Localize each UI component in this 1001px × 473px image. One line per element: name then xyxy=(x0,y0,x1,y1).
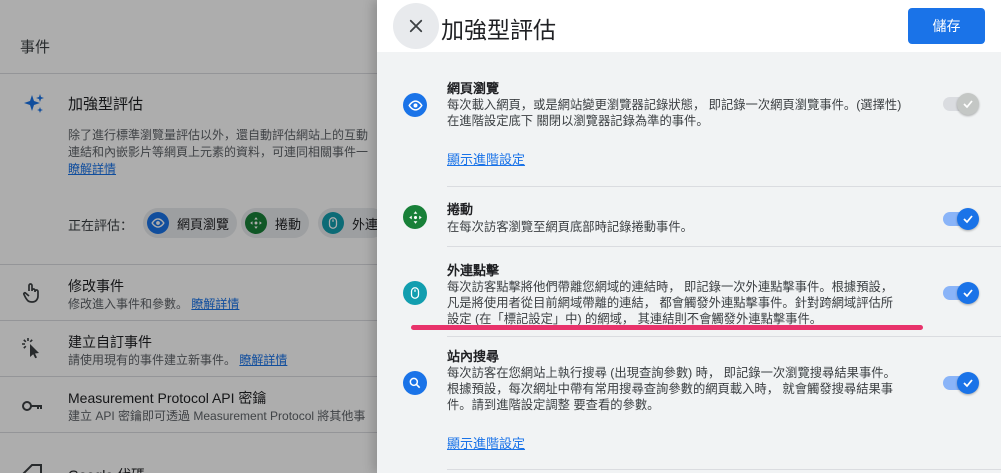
description-line: 每次訪客在您網站上執行搜尋 (出現查詢參數) 時， 即記錄一次瀏覽搜尋結果事件。 xyxy=(447,366,896,380)
panel-title: 加強型評估 xyxy=(441,17,556,43)
outbound-clicks-description: 每次訪客點擊將他們帶離您網域的連結時， 即記錄一次外連點擊事件。根據預設， 凡是… xyxy=(447,279,937,327)
description-line: 在進階設定底下 關閉以瀏覽器記錄為準的事件。 xyxy=(447,114,709,128)
page-views-toggle[interactable] xyxy=(943,92,979,116)
search-icon xyxy=(403,371,427,395)
site-search-toggle[interactable] xyxy=(943,371,979,395)
outbound-clicks-toggle[interactable] xyxy=(943,281,979,305)
description-line: 每次載入網頁，或是網站變更瀏覽器記錄狀態， 即記錄一次網頁瀏覽事件。(選擇性) xyxy=(447,98,902,112)
scrolls-toggle[interactable] xyxy=(943,207,979,231)
outbound-clicks-title: 外連點擊 xyxy=(447,263,500,278)
mouse-icon xyxy=(403,281,427,305)
description-line: 每次訪客點擊將他們帶離您網域的連結時， 即記錄一次外連點擊事件。根據預設， xyxy=(447,280,894,294)
divider xyxy=(447,246,1001,247)
divider xyxy=(447,186,1001,187)
save-button[interactable]: 儲存 xyxy=(908,8,985,44)
divider xyxy=(447,336,1001,337)
site-search-title: 站內搜尋 xyxy=(447,349,500,364)
page-views-advanced-settings-link[interactable]: 顯示進階設定 xyxy=(447,149,525,168)
scrolls-title: 捲動 xyxy=(447,202,474,217)
eye-icon xyxy=(403,93,427,117)
page-views-title: 網頁瀏覽 xyxy=(447,81,500,96)
toggle-knob xyxy=(957,372,979,394)
toggle-knob xyxy=(957,282,979,304)
close-button[interactable] xyxy=(393,3,439,49)
check-icon xyxy=(963,379,973,388)
toggle-knob xyxy=(957,93,979,115)
check-icon xyxy=(963,289,973,298)
scrolls-description: 在每次訪客瀏覽至網頁底部時記錄捲動事件。 xyxy=(447,219,937,235)
description-line: 件。請到進階設定調整 要查看的參數。 xyxy=(447,398,660,412)
description-line: 根據預設，每次網址中帶有常用搜尋查詢參數的網頁載入時， 就會觸發搜尋結果事 xyxy=(447,382,894,396)
site-search-description: 每次訪客在您網站上執行搜尋 (出現查詢參數) 時， 即記錄一次瀏覽搜尋結果事件。… xyxy=(447,365,937,413)
divider xyxy=(447,469,1001,470)
description-line: 在每次訪客瀏覽至網頁底部時記錄捲動事件。 xyxy=(447,220,693,234)
panel-content: 網頁瀏覽 每次載入網頁，或是網站變更瀏覽器記錄狀態， 即記錄一次網頁瀏覽事件。(… xyxy=(377,52,1001,473)
close-icon xyxy=(409,19,423,33)
check-icon xyxy=(963,100,973,109)
scroll-arrows-icon xyxy=(403,205,427,229)
toggle-knob xyxy=(957,208,979,230)
page-views-description: 每次載入網頁，或是網站變更瀏覽器記錄狀態， 即記錄一次網頁瀏覽事件。(選擇性) … xyxy=(447,97,937,129)
highlight-underline xyxy=(411,325,923,330)
site-search-advanced-settings-link[interactable]: 顯示進階設定 xyxy=(447,433,525,452)
description-line: 凡是將使用者從目前網域帶離的連結， 都會觸發外連點擊事件。針對跨網域評估所 xyxy=(447,296,894,310)
panel-header: 加強型評估 儲存 xyxy=(377,0,1001,52)
enhanced-measurement-panel: 加強型評估 儲存 網頁瀏覽 每次載入網頁，或是網站變更瀏覽器記錄狀態， 即記錄一… xyxy=(377,0,1001,473)
check-icon xyxy=(963,215,973,224)
